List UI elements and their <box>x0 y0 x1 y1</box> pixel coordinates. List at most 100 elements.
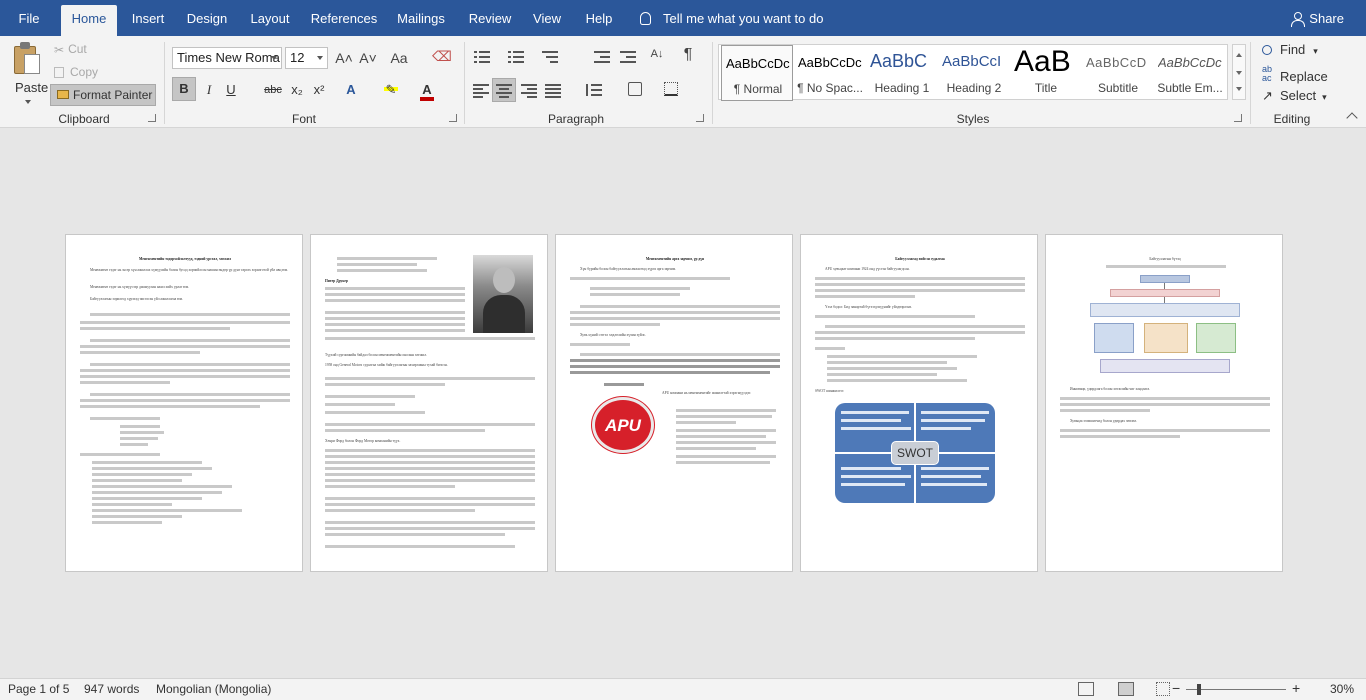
text-line <box>325 509 475 512</box>
portrait-photo <box>473 255 533 333</box>
tab-design[interactable]: Design <box>180 0 234 36</box>
borders-icon[interactable] <box>664 82 678 96</box>
style-subtitle[interactable]: AaBbCcD Subtitle <box>1082 45 1154 101</box>
subscript-button[interactable]: x₂ <box>286 79 308 101</box>
style-preview: AaBbCcDc <box>1158 55 1222 70</box>
tab-references[interactable]: References <box>306 0 382 36</box>
zoom-slider-thumb[interactable] <box>1197 684 1201 695</box>
justify-icon[interactable] <box>545 84 561 98</box>
style-heading-2[interactable]: AaBbCcI Heading 2 <box>938 45 1010 101</box>
zoom-slider[interactable] <box>1186 689 1286 690</box>
style-normal[interactable]: AaBbCcDc ¶ Normal <box>721 45 793 101</box>
web-layout-icon[interactable] <box>1156 682 1170 696</box>
zoom-in-icon[interactable]: + <box>1292 680 1300 696</box>
numbering-icon[interactable] <box>508 51 524 63</box>
page-count[interactable]: Page 1 of 5 <box>8 682 69 696</box>
paragraph-launcher-icon[interactable] <box>696 114 704 122</box>
paragraph-group-label: Paragraph <box>547 112 605 126</box>
tab-file[interactable]: File <box>4 0 54 36</box>
shading-icon[interactable] <box>628 82 642 96</box>
font-name-combo[interactable]: Times New Roma <box>172 47 282 69</box>
text-line <box>325 383 445 386</box>
clipboard-launcher-icon[interactable] <box>148 114 156 122</box>
align-center-button[interactable] <box>492 78 516 102</box>
text-line <box>325 533 505 536</box>
page-heading: Менежментийн арга зарчим, үр дүн <box>645 257 705 261</box>
word-count[interactable]: 947 words <box>84 682 139 696</box>
tab-view[interactable]: View <box>526 0 568 36</box>
document-page[interactable]: Байгууллагын бүтэц Инноваци, удирдлага б… <box>1045 234 1283 572</box>
text-line <box>80 351 200 354</box>
document-page[interactable]: Питер Друкер Түүхий сургамжийн байдал бо… <box>310 234 548 572</box>
decrease-indent-icon[interactable] <box>594 51 610 63</box>
font-size-combo[interactable]: 12 <box>285 47 328 69</box>
zoom-out-icon[interactable]: − <box>1172 680 1180 696</box>
styles-gallery-scroll[interactable] <box>1232 44 1246 100</box>
change-case-button[interactable]: Aa <box>386 50 412 66</box>
find-button[interactable]: Find ▾ <box>1262 42 1318 57</box>
style-title[interactable]: AaB Title <box>1010 45 1082 101</box>
replace-button[interactable]: ab ac Replace <box>1262 65 1328 85</box>
bullets-icon[interactable] <box>474 51 490 63</box>
shrink-font-button[interactable]: A˅ <box>358 50 378 66</box>
text-line <box>815 315 975 318</box>
style-name: ¶ No Spac... <box>797 81 863 95</box>
line-spacing-icon[interactable] <box>586 84 602 96</box>
multilevel-list-icon[interactable] <box>542 51 558 63</box>
document-page[interactable]: Менежментийн тодорхойлолтууд, тэдний урс… <box>65 234 303 572</box>
page-paragraph: SWOT шинжилгээ <box>815 389 844 393</box>
read-mode-icon[interactable] <box>1078 682 1094 696</box>
highlight-button[interactable]: ✎ <box>380 79 402 101</box>
tab-layout[interactable]: Layout <box>242 0 298 36</box>
align-right-icon[interactable] <box>521 84 537 98</box>
increase-indent-icon[interactable] <box>620 51 636 63</box>
paste-button[interactable]: Paste <box>8 40 48 108</box>
grow-font-button[interactable]: A˄ <box>334 50 354 66</box>
text-effects-button[interactable]: A <box>340 79 362 101</box>
copy-button[interactable]: Copy <box>54 65 98 79</box>
style-subtle-emphasis[interactable]: AaBbCcDc Subtle Em... <box>1154 45 1226 101</box>
font-launcher-icon[interactable] <box>449 114 457 122</box>
page-paragraph: Менежмент гэдэг нь хүмүүсээр дамжуулан а… <box>90 285 189 289</box>
tab-home[interactable]: Home <box>61 5 117 36</box>
text-line <box>325 473 535 476</box>
styles-group-label: Styles <box>956 112 990 126</box>
style-no-spacing[interactable]: AaBbCcDc ¶ No Spac... <box>794 45 866 101</box>
collapse-ribbon-icon[interactable] <box>1346 112 1358 124</box>
style-heading-1[interactable]: AaBbC Heading 1 <box>866 45 938 101</box>
select-button[interactable]: ↗ Select ▾ <box>1262 88 1327 104</box>
text-line <box>604 383 644 386</box>
superscript-button[interactable]: x² <box>308 79 330 101</box>
italic-button[interactable]: I <box>198 79 220 101</box>
document-page[interactable]: Байгууллагад хийсэн судалгаа APU хувьцаа… <box>800 234 1038 572</box>
zoom-level[interactable]: 30% <box>1330 682 1354 696</box>
document-page[interactable]: Менежментийн арга зарчим, үр дүн Хүн бүр… <box>555 234 793 572</box>
text-line <box>120 437 158 440</box>
format-painter-button[interactable]: Format Painter <box>50 84 156 106</box>
status-bar: Page 1 of 5 947 words Mongolian (Mongoli… <box>0 678 1366 700</box>
document-canvas[interactable]: Менежментийн тодорхойлолтууд, тэдний урс… <box>0 128 1366 678</box>
share-button[interactable]: Share <box>1291 0 1344 36</box>
text-line <box>676 415 772 418</box>
show-formatting-button[interactable]: ¶ <box>680 46 696 64</box>
tell-me-search[interactable]: Tell me what you want to do <box>640 0 823 36</box>
align-left-icon[interactable] <box>473 84 489 98</box>
print-layout-icon[interactable] <box>1118 682 1134 696</box>
text-line <box>325 467 535 470</box>
clear-formatting-icon[interactable]: ⌫ <box>432 48 452 65</box>
sort-icon[interactable]: A↓ <box>650 48 664 60</box>
tab-insert[interactable]: Insert <box>123 0 173 36</box>
language-indicator[interactable]: Mongolian (Mongolia) <box>156 682 271 696</box>
text-line <box>92 491 222 494</box>
bold-button[interactable]: B <box>172 77 196 101</box>
styles-launcher-icon[interactable] <box>1234 114 1242 122</box>
page-heading: Байгууллагын бүтэц <box>1149 257 1181 261</box>
underline-button[interactable]: U <box>220 79 242 101</box>
cut-button[interactable]: ✂ Cut <box>54 42 87 57</box>
font-color-button[interactable]: A <box>416 79 438 101</box>
style-preview: AaBbCcDc <box>726 56 790 71</box>
tab-help[interactable]: Help <box>578 0 620 36</box>
tab-mailings[interactable]: Mailings <box>390 0 452 36</box>
strikethrough-button[interactable]: abc <box>260 79 286 101</box>
tab-review[interactable]: Review <box>462 0 518 36</box>
